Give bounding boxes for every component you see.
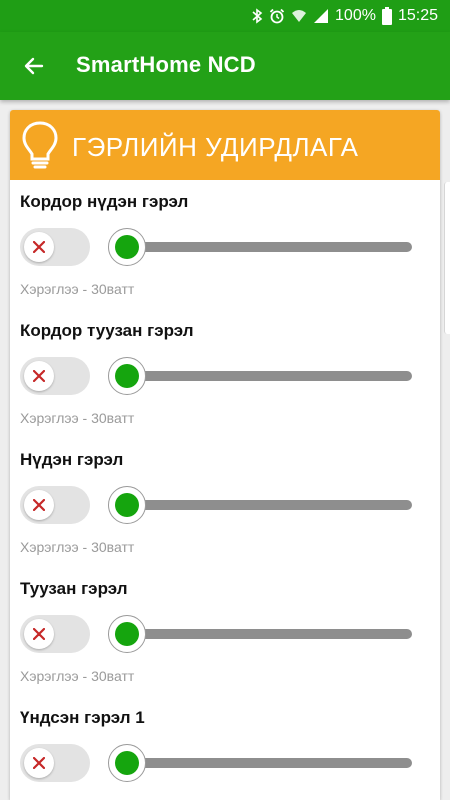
light-item: Кордор туузан гэрэл Хэрэглээ - 30ватт — [10, 309, 440, 438]
signal-icon — [313, 8, 329, 24]
slider-track — [124, 758, 412, 768]
slider-thumb[interactable] — [108, 486, 146, 524]
clock: 15:25 — [397, 7, 438, 24]
light-item: Кордор нүдэн гэрэл Хэрэглээ - 30ватт — [10, 180, 440, 309]
close-icon — [33, 499, 45, 511]
toggle-knob — [24, 490, 54, 520]
scrollbar[interactable] — [444, 182, 450, 334]
slider-track — [124, 371, 412, 381]
toggle-knob — [24, 232, 54, 262]
brightness-slider[interactable] — [108, 615, 412, 653]
light-toggle[interactable] — [20, 486, 90, 524]
slider-track — [124, 242, 412, 252]
light-consumption: Хэрэглээ - 30ватт — [20, 410, 135, 426]
light-item: Үндсэн гэрэл 1 — [10, 696, 440, 800]
battery-percent: 100% — [335, 7, 376, 24]
back-button[interactable] — [18, 50, 50, 82]
bluetooth-icon — [251, 8, 263, 24]
brightness-slider[interactable] — [108, 744, 412, 782]
close-icon — [33, 628, 45, 640]
slider-thumb[interactable] — [108, 228, 146, 266]
alarm-icon — [269, 8, 285, 24]
light-item: Туузан гэрэл Хэрэглээ - 30ватт — [10, 567, 440, 696]
close-icon — [33, 757, 45, 769]
app-title: SmartHome NCD — [76, 52, 256, 77]
slider-track — [124, 629, 412, 639]
light-name: Кордор нүдэн гэрэл — [20, 192, 189, 211]
light-item: Нүдэн гэрэл Хэрэглээ - 30ватт — [10, 438, 440, 567]
slider-track — [124, 500, 412, 510]
slider-thumb[interactable] — [108, 744, 146, 782]
lightbulb-icon — [20, 120, 60, 172]
toggle-knob — [24, 619, 54, 649]
light-name: Кордор туузан гэрэл — [20, 321, 194, 340]
card-header: ГЭРЛИЙН УДИРДЛАГА — [10, 110, 440, 180]
section-title: ГЭРЛИЙН УДИРДЛАГА — [72, 132, 359, 162]
light-name: Үндсэн гэрэл 1 — [20, 708, 145, 727]
light-toggle[interactable] — [20, 615, 90, 653]
status-icons: 100% 15:25 — [251, 6, 438, 26]
light-consumption: Хэрэглээ - 30ватт — [20, 281, 135, 297]
slider-thumb[interactable] — [108, 357, 146, 395]
brightness-slider[interactable] — [108, 228, 412, 266]
light-toggle[interactable] — [20, 357, 90, 395]
close-icon — [33, 370, 45, 382]
brightness-slider[interactable] — [108, 357, 412, 395]
battery-icon — [381, 7, 392, 25]
close-icon — [33, 241, 45, 253]
light-consumption: Хэрэглээ - 30ватт — [20, 668, 135, 684]
toggle-knob — [24, 361, 54, 391]
status-bar: 100% 15:25 — [0, 0, 450, 32]
arrow-left-icon — [24, 57, 44, 75]
light-toggle[interactable] — [20, 744, 90, 782]
app-bar: SmartHome NCD — [0, 32, 450, 100]
light-consumption: Хэрэглээ - 30ватт — [20, 539, 135, 555]
light-name: Нүдэн гэрэл — [20, 450, 124, 469]
wifi-icon — [291, 8, 307, 24]
light-name: Туузан гэрэл — [20, 579, 128, 598]
toggle-knob — [24, 748, 54, 778]
light-toggle[interactable] — [20, 228, 90, 266]
slider-thumb[interactable] — [108, 615, 146, 653]
brightness-slider[interactable] — [108, 486, 412, 524]
